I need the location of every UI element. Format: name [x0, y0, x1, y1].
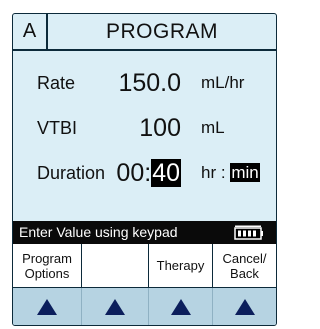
softkey-label: Options: [24, 265, 70, 281]
vtbi-unit: mL: [201, 118, 225, 137]
softkey-label: Back: [230, 265, 259, 281]
duration-unit-min-selected: min: [230, 163, 260, 182]
screen-title: PROGRAM: [105, 20, 218, 43]
duration-unit-hr: hr: [201, 163, 217, 182]
duration-label: Duration: [37, 163, 106, 183]
softkey-therapy[interactable]: Therapy: [149, 244, 213, 287]
header-bar: A PROGRAM: [13, 14, 276, 51]
up-triangle-icon: [37, 299, 57, 315]
up-triangle-icon: [105, 299, 125, 315]
softkey-cancel-back[interactable]: Cancel/Back: [213, 244, 276, 287]
channel-indicator: A: [13, 14, 48, 49]
softkey-3-arrow-button[interactable]: [149, 288, 213, 325]
softkey-label: Therapy: [156, 258, 205, 273]
duration-row[interactable]: Duration 00:40 hr : min: [13, 158, 276, 188]
pump-device: A PROGRAM Rate 150.0 mL/hr VTBI 100 mL D…: [0, 0, 288, 329]
vtbi-row[interactable]: VTBI 100 mL: [13, 113, 276, 143]
softkey-label: Program: [22, 250, 72, 266]
pump-screen: A PROGRAM Rate 150.0 mL/hr VTBI 100 mL D…: [12, 13, 277, 326]
softkey-label: Cancel/: [222, 250, 267, 266]
status-bar: Enter Value using keypad: [13, 221, 276, 244]
rate-value: 150.0: [118, 69, 181, 97]
softkey-1-arrow-button[interactable]: [13, 288, 82, 325]
vtbi-label: VTBI: [37, 118, 78, 138]
rate-unit: mL/hr: [201, 73, 245, 92]
duration-value[interactable]: 00:40: [116, 158, 181, 188]
up-triangle-icon: [234, 299, 255, 315]
softkey-2-arrow-button[interactable]: [82, 288, 149, 325]
arrow-key-row: [13, 288, 276, 325]
rate-row[interactable]: Rate 150.0 mL/hr: [13, 68, 276, 98]
battery-icon: [234, 225, 263, 240]
vtbi-value: 100: [139, 114, 181, 142]
softkey-4-arrow-button[interactable]: [213, 288, 276, 325]
duration-unit-separator: :: [220, 163, 226, 182]
softkey-program-options[interactable]: Program Options: [13, 244, 82, 287]
rate-label: Rate: [37, 73, 76, 93]
softkey-row: Program Options Therapy Cancel/Back: [13, 244, 276, 288]
duration-hours: 00: [116, 159, 145, 187]
duration-minutes-selected[interactable]: 40: [151, 159, 181, 187]
softkey-blank[interactable]: [82, 244, 149, 287]
status-message: Enter Value using keypad: [19, 224, 178, 240]
up-triangle-icon: [170, 299, 191, 315]
duration-unit: hr : min: [201, 158, 260, 188]
